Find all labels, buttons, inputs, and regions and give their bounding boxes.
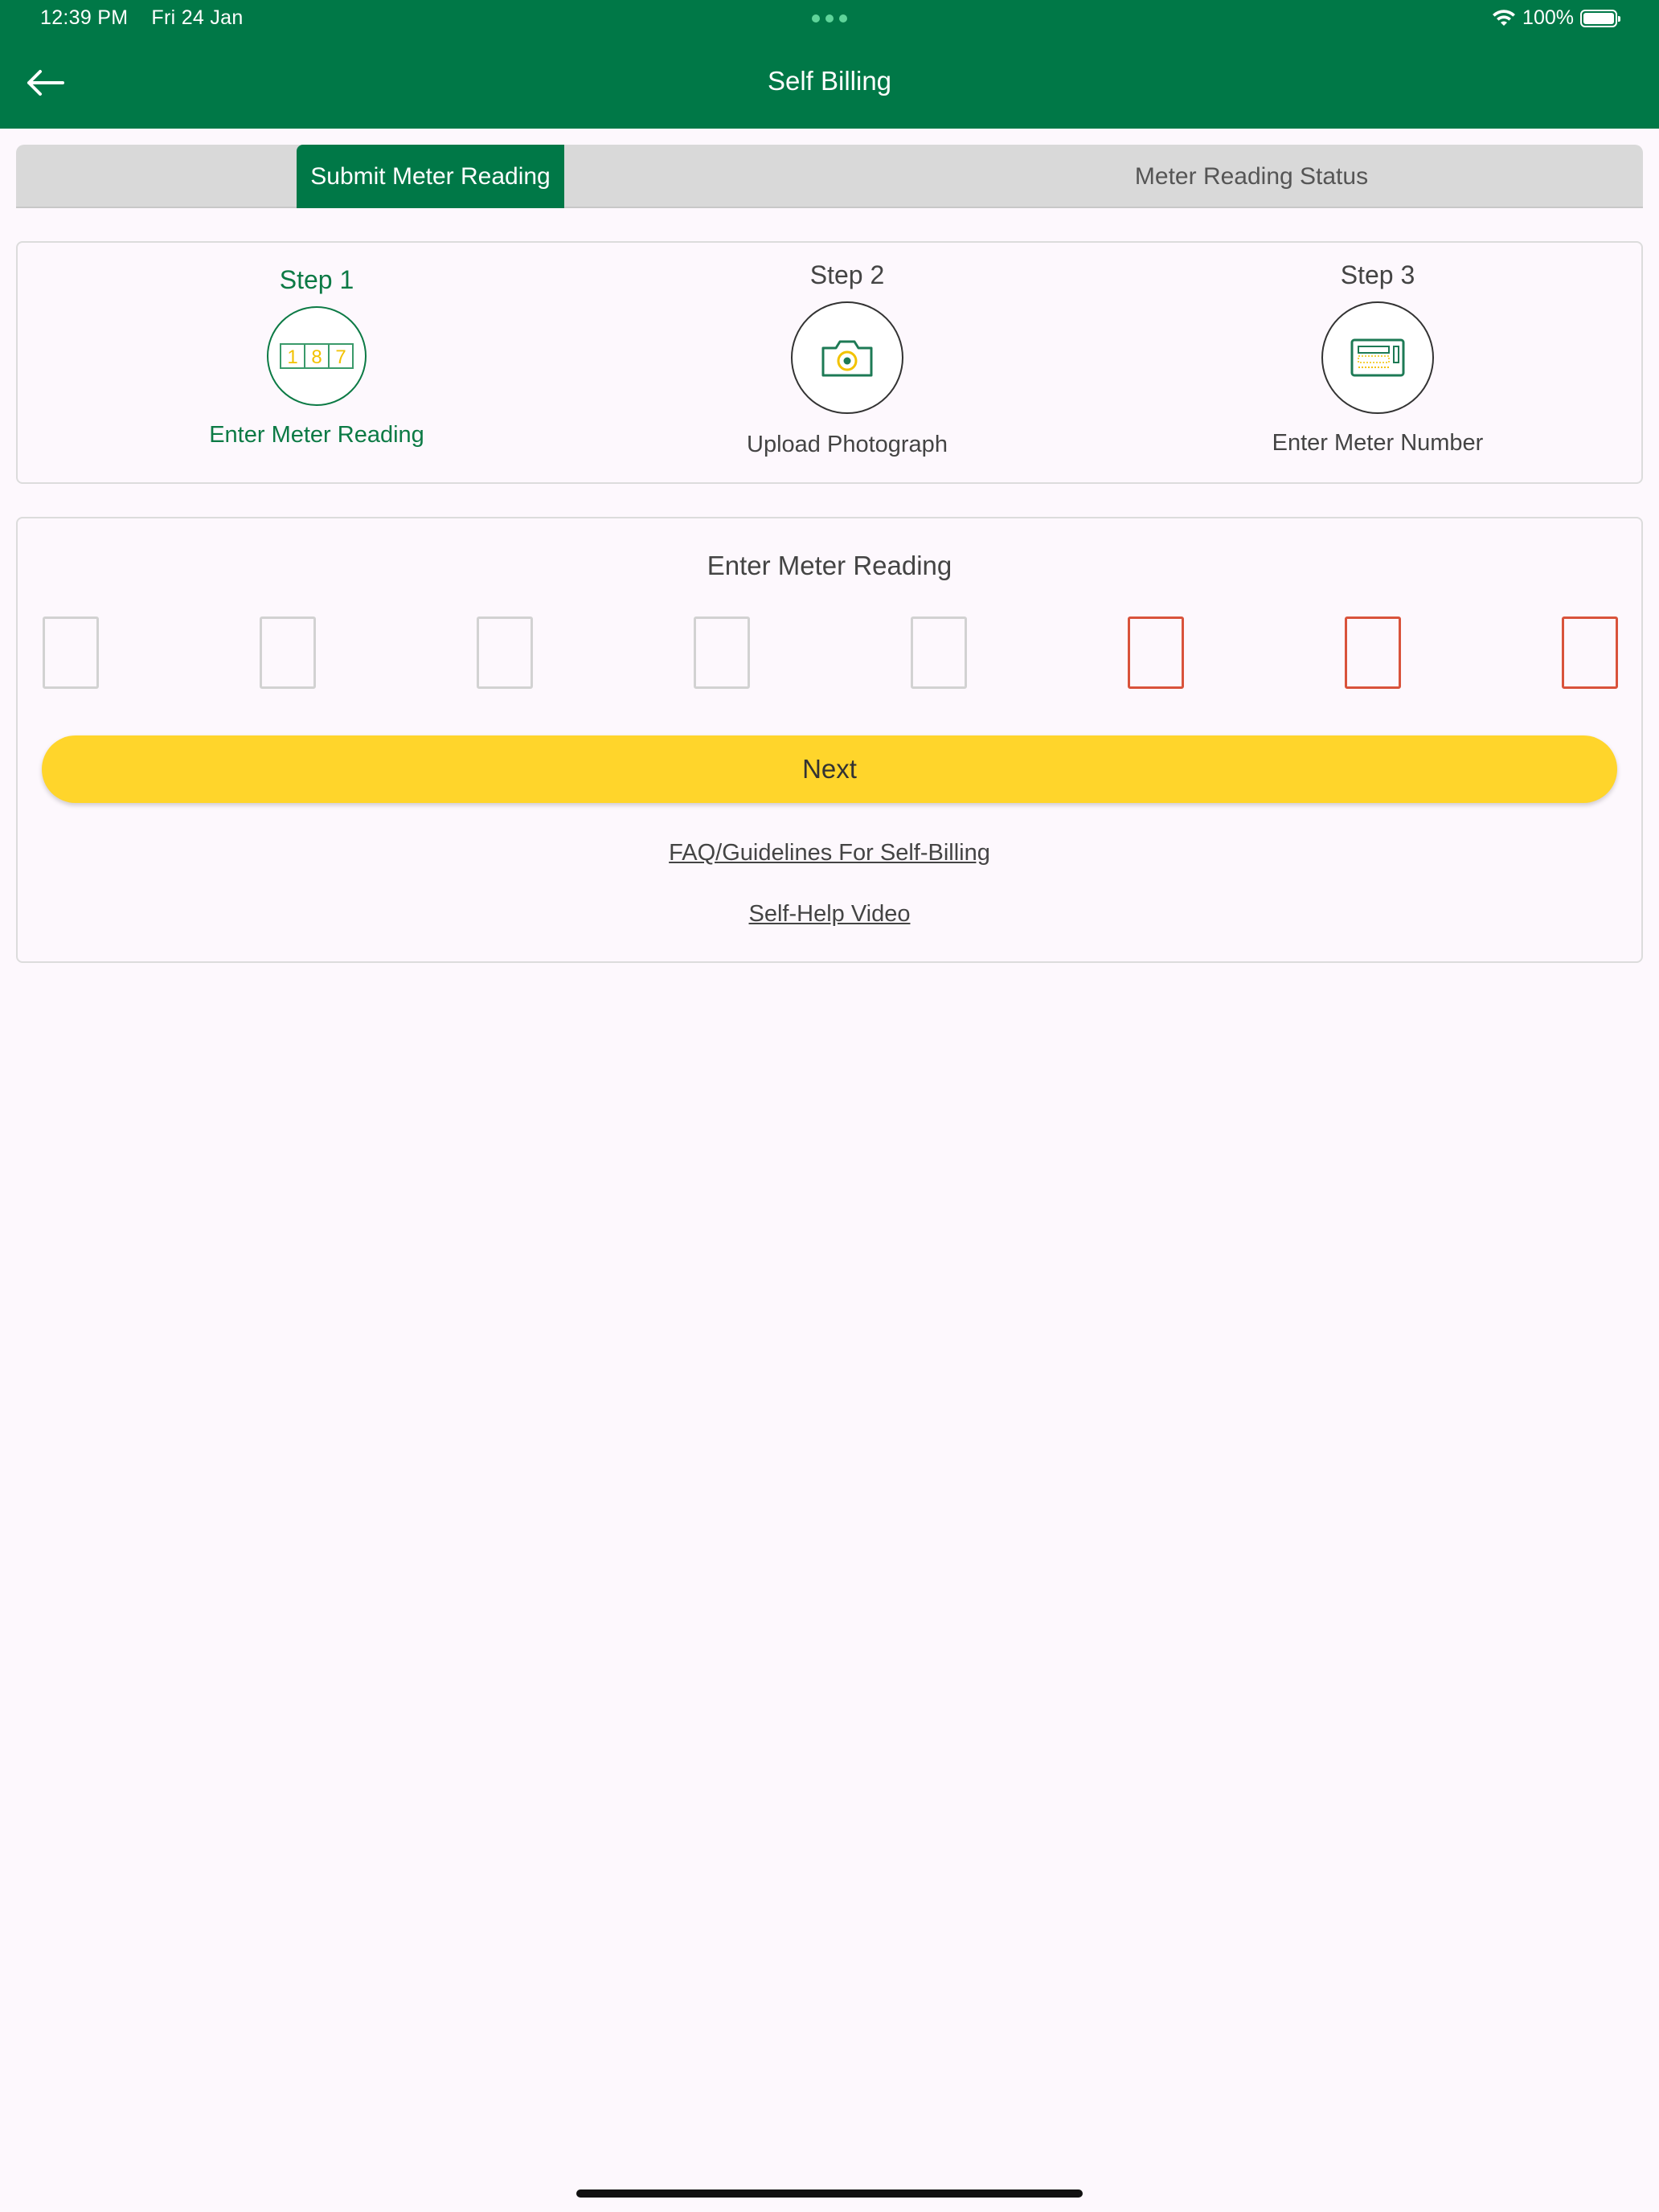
digit-input-3[interactable] [477,616,533,689]
meter-digits-icon: 1 8 7 [267,306,367,406]
step-2: Step 2 Upload Photograph [598,243,1096,458]
step-1-label: Enter Meter Reading [209,422,424,448]
digit-input-1[interactable] [43,616,99,689]
app-header: 12:39 PM Fri 24 Jan 100% Self Billing [0,0,1659,129]
tab-submit-meter-reading[interactable]: Submit Meter Reading [297,145,564,208]
camera-icon [791,301,903,414]
step-3: Step 3 Enter Meter Number [1129,243,1627,457]
meter-device-icon [1321,301,1434,414]
status-time: 12:39 PM Fri 24 Jan [40,6,244,30]
step-1: Step 1 1 8 7 Enter Meter Reading [68,243,566,449]
multitasking-dots-icon[interactable] [812,14,847,23]
faq-guidelines-link[interactable]: FAQ/Guidelines For Self-Billing [669,840,990,866]
tab-meter-reading-status[interactable]: Meter Reading Status [981,145,1522,208]
step-1-title: Step 1 [279,265,354,294]
digit-input-7[interactable] [1345,616,1401,689]
meter-digit-2: 8 [311,346,322,368]
meter-digit-1: 1 [287,346,297,368]
status-clock: 12:39 PM [40,6,129,29]
self-help-video-link-row: Self-Help Video [18,901,1641,928]
digit-input-5[interactable] [911,616,967,689]
digit-input-2[interactable] [260,616,316,689]
faq-guidelines-link-row: FAQ/Guidelines For Self-Billing [18,840,1641,866]
wifi-icon [1493,9,1516,26]
home-indicator[interactable] [576,2189,1083,2198]
step-2-title: Step 2 [809,260,885,289]
status-indicators: 100% [1492,6,1620,30]
step-3-title: Step 3 [1340,260,1415,289]
steps-card: Step 1 1 8 7 Enter Meter Reading Step 2 … [16,241,1643,484]
digit-input-4[interactable] [694,616,750,689]
battery-icon [1580,9,1620,27]
tab-bar: Submit Meter Reading Meter Reading Statu… [16,145,1643,208]
status-date: Fri 24 Jan [151,6,244,29]
page-title: Self Billing [767,66,892,96]
meter-reading-heading: Enter Meter Reading [707,551,952,580]
step-3-label: Enter Meter Number [1272,430,1484,456]
meter-reading-card: Enter Meter Reading Next FAQ/Guidelines … [16,517,1643,963]
meter-digit-3: 7 [335,346,346,368]
step-2-label: Upload Photograph [747,432,948,457]
next-button[interactable]: Next [42,735,1617,803]
digit-input-8[interactable] [1562,616,1618,689]
self-help-video-link[interactable]: Self-Help Video [749,901,911,927]
battery-percent: 100% [1522,6,1574,29]
digit-input-6[interactable] [1128,616,1184,689]
